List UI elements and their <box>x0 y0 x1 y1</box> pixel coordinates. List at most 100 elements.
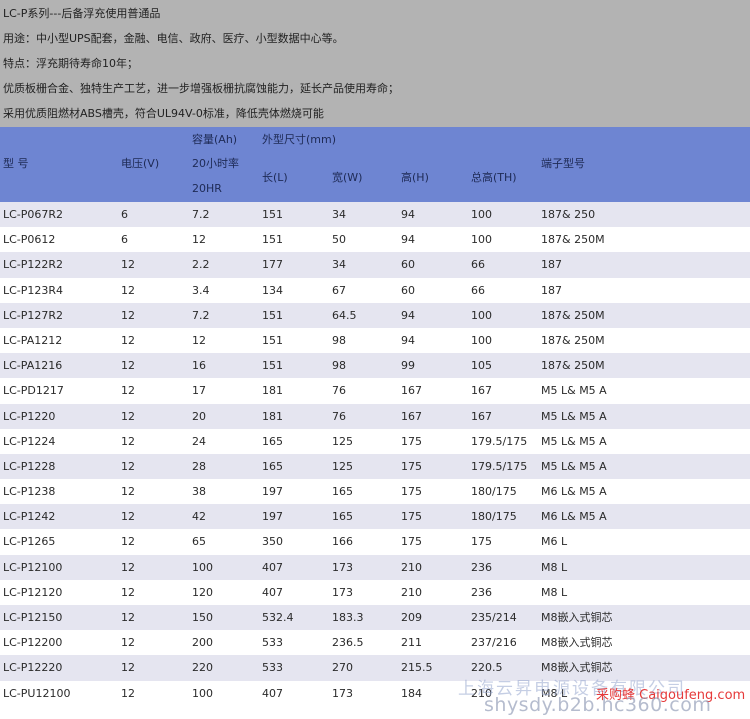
cell-total-height: 175 <box>471 535 492 549</box>
cell-length: 134 <box>262 283 283 297</box>
watermark-url: shysdy.b2b.hc360.com <box>484 694 712 716</box>
cell-width: 34 <box>332 208 346 221</box>
cell-total-height: 237/216 <box>471 636 517 650</box>
cell-terminal: M5 L& M5 A <box>541 459 607 473</box>
feature-text: 特点：浮充期待寿命10年； <box>3 57 138 70</box>
header-capacity-rate: 20小时率 <box>192 157 239 170</box>
cell-capacity: 2.2 <box>192 258 210 272</box>
header-capacity-20hr: 20HR <box>192 182 222 195</box>
cell-total-height: 236 <box>471 585 492 599</box>
cell-terminal: M5 L& M5 A <box>541 384 607 398</box>
cell-width: 125 <box>332 434 353 448</box>
cell-model: LC-P1224 <box>3 434 56 448</box>
cell-length: 181 <box>262 384 283 398</box>
cell-model: LC-P1228 <box>3 459 56 473</box>
cell-model: LC-P12150 <box>3 611 63 624</box>
cell-total-height: 180/175 <box>471 485 517 499</box>
cell-height: 167 <box>401 409 422 423</box>
cell-model: LC-P1242 <box>3 510 56 524</box>
cell-width: 98 <box>332 333 346 347</box>
table-row: LC-P1228 12 28 165 125 175 179.5/175 M5 L& M5 A <box>0 453 750 480</box>
cell-terminal: M6 L& M5 A <box>541 485 607 499</box>
cell-total-height: 179.5/175 <box>471 434 528 448</box>
cell-capacity: 17 <box>192 384 206 398</box>
cell-capacity: 12 <box>192 233 206 247</box>
detail-text-1: 优质板栅合金、独特生产工艺，进一步增强板栅抗腐蚀能力，延长产品使用寿命； <box>3 82 399 95</box>
cell-width: 67 <box>332 283 346 297</box>
cell-voltage: 6 <box>121 233 128 247</box>
cell-length: 151 <box>262 308 283 322</box>
cell-capacity: 20 <box>192 409 206 423</box>
cell-length: 151 <box>262 208 283 221</box>
cell-width: 76 <box>332 409 346 423</box>
cell-capacity: 16 <box>192 359 206 373</box>
cell-model: LC-PA1216 <box>3 359 63 373</box>
cell-length: 407 <box>262 686 283 700</box>
table-row: LC-P1220 12 20 181 76 167 167 M5 L& M5 A <box>0 403 750 429</box>
cell-total-height: 105 <box>471 359 492 373</box>
cell-height: 60 <box>401 258 415 272</box>
cell-height: 94 <box>401 308 415 322</box>
cell-terminal: 187& 250M <box>541 233 605 247</box>
cell-width: 183.3 <box>332 611 364 624</box>
cell-model: LC-P1265 <box>3 535 56 549</box>
cell-voltage: 12 <box>121 258 135 272</box>
header-length: 长(L) <box>262 171 288 184</box>
cell-length: 177 <box>262 258 283 272</box>
cell-total-height: 235/214 <box>471 611 517 624</box>
cell-width: 236.5 <box>332 636 364 650</box>
cell-terminal: M8 L <box>541 560 568 574</box>
table-row: LC-P1265 12 65 350 166 175 175 M6 L <box>0 529 750 555</box>
cell-length: 151 <box>262 359 283 373</box>
cell-model: LC-P123R4 <box>3 283 64 297</box>
cell-total-height: 66 <box>471 258 485 272</box>
cell-width: 166 <box>332 535 353 549</box>
cell-capacity: 100 <box>192 560 213 574</box>
cell-capacity: 200 <box>192 636 213 650</box>
cell-terminal: 187 <box>541 258 562 272</box>
header-dimensions: 外型尺寸(mm) <box>262 133 337 146</box>
header-terminal: 端子型号 <box>541 157 585 170</box>
cell-capacity: 3.4 <box>192 283 210 297</box>
cell-length: 350 <box>262 535 283 549</box>
cell-terminal: M5 L& M5 A <box>541 434 607 448</box>
detail-text-2: 采用优质阻燃材ABS槽壳，符合UL94V-0标准，降低壳体燃烧可能 <box>3 107 324 120</box>
cell-voltage: 12 <box>121 384 135 398</box>
cell-total-height: 100 <box>471 308 492 322</box>
header-voltage: 电压(V) <box>121 157 160 170</box>
cell-height: 175 <box>401 510 422 524</box>
cell-height: 60 <box>401 283 415 297</box>
cell-terminal: 187& 250M <box>541 359 605 373</box>
cell-terminal: 187& 250 <box>541 208 596 221</box>
cell-height: 210 <box>401 585 422 599</box>
intro-panel: LC-P系列---后备浮充使用普通品 用途：中小型UPS配套，金融、电信、政府、… <box>0 0 750 127</box>
cell-capacity: 150 <box>192 611 213 624</box>
header-width: 宽(W) <box>332 171 363 184</box>
cell-width: 173 <box>332 686 353 700</box>
cell-model: LC-PA1212 <box>3 333 63 347</box>
cell-length: 151 <box>262 333 283 347</box>
cell-terminal: 187 <box>541 283 562 297</box>
cell-height: 94 <box>401 333 415 347</box>
cell-length: 533 <box>262 636 283 650</box>
cell-length: 165 <box>262 459 283 473</box>
cell-voltage: 6 <box>121 208 128 221</box>
cell-length: 533 <box>262 661 283 675</box>
cell-height: 94 <box>401 208 415 221</box>
cell-model: LC-P067R2 <box>3 208 64 221</box>
table-row: LC-P127R2 12 7.2 151 64.5 94 100 187& 250M <box>0 302 750 328</box>
cell-terminal: M5 L& M5 A <box>541 409 607 423</box>
cell-capacity: 28 <box>192 459 206 473</box>
cell-length: 407 <box>262 560 283 574</box>
cell-height: 210 <box>401 560 422 574</box>
cell-width: 165 <box>332 485 353 499</box>
cell-total-height: 167 <box>471 409 492 423</box>
cell-model: LC-P12120 <box>3 585 63 599</box>
cell-capacity: 100 <box>192 686 213 700</box>
table-row: LC-P1238 12 38 197 165 175 180/175 M6 L& M5 A <box>0 479 750 505</box>
cell-voltage: 12 <box>121 510 135 524</box>
cell-length: 407 <box>262 585 283 599</box>
header-total-height: 总高(TH) <box>471 171 517 184</box>
cell-model: LC-P122R2 <box>3 258 64 272</box>
table-row: LC-P067R2 6 7.2 151 34 94 100 187& 250 <box>0 202 750 228</box>
